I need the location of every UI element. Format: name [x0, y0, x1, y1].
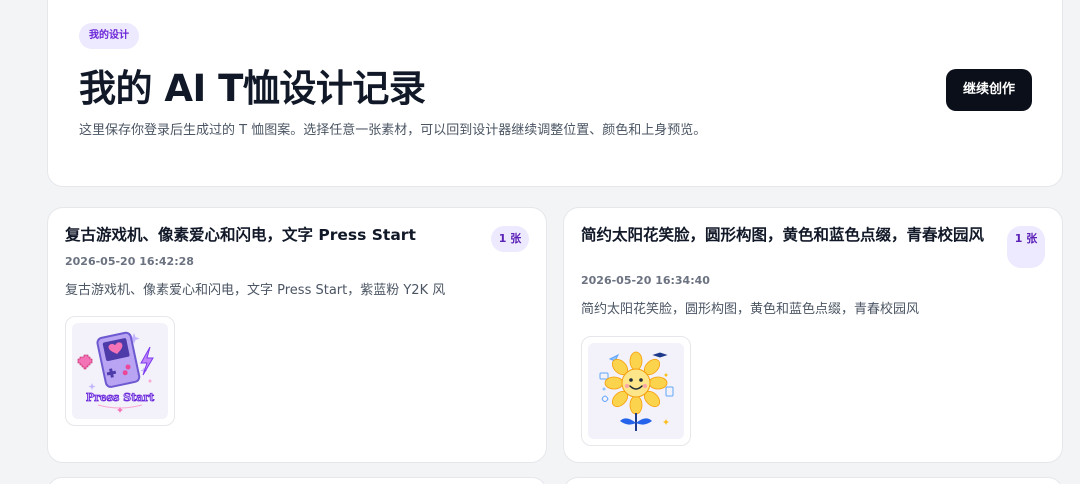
record-title: 简约太阳花笑脸，圆形构图，黄色和蓝色点缀，青春校园风: [581, 226, 985, 244]
game-console-illustration: Press Start: [77, 331, 155, 413]
design-thumbnail[interactable]: [581, 336, 691, 446]
image-count-badge: 1 张: [1007, 226, 1045, 268]
continue-create-button[interactable]: 继续创作: [946, 69, 1032, 111]
design-thumbnail[interactable]: Press Start: [65, 316, 175, 426]
image-count-badge: 1 张: [491, 226, 529, 252]
design-records-page: 我的设计 我的 AI T恤设计记录 这里保存你登录后生成过的 T 恤图案。选择任…: [0, 0, 1080, 484]
pixel-heart-icon: [77, 354, 93, 370]
sunflower-illustration: [599, 351, 674, 431]
header-panel: 我的设计 我的 AI T恤设计记录 这里保存你登录后生成过的 T 恤图案。选择任…: [47, 0, 1063, 187]
design-record-card-partial[interactable]: [47, 477, 547, 484]
design-image-sunflower: [588, 343, 684, 439]
record-timestamp: 2026-05-20 16:42:28: [65, 255, 194, 268]
smiley-face-icon: [621, 368, 651, 398]
record-description: 简约太阳花笑脸，圆形构图，黄色和蓝色点缀，青春校园风: [581, 302, 920, 317]
thumb-press-start-text: Press Start: [86, 391, 155, 404]
design-record-card[interactable]: 复古游戏机、像素爱心和闪电，文字 Press Start 1 张 2026-05…: [47, 207, 547, 463]
stem-leaves-icon: [620, 413, 652, 431]
record-timestamp: 2026-05-20 16:34:40: [581, 274, 710, 287]
design-image-game-console: Press Start: [72, 323, 168, 419]
page-description: 这里保存你登录后生成过的 T 恤图案。选择任意一张素材，可以回到设计器继续调整位…: [79, 123, 707, 138]
page-title: 我的 AI T恤设计记录: [79, 67, 426, 110]
record-description: 复古游戏机、像素爱心和闪电，文字 Press Start，紫蓝粉 Y2K 风: [65, 283, 446, 298]
design-record-card[interactable]: 简约太阳花笑脸，圆形构图，黄色和蓝色点缀，青春校园风 1 张 2026-05-2…: [563, 207, 1063, 463]
record-title: 复古游戏机、像素爱心和闪电，文字 Press Start: [65, 226, 416, 244]
design-record-card-partial[interactable]: [563, 477, 1063, 484]
section-badge: 我的设计: [79, 23, 139, 49]
